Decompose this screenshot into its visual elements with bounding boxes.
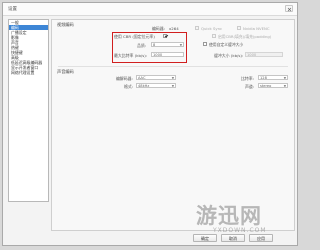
cancel-button[interactable]: 取消 xyxy=(221,234,245,242)
channel-value: stereo xyxy=(260,84,272,88)
apply-button[interactable]: 应用 xyxy=(249,234,273,242)
section-divider xyxy=(58,66,288,67)
buffer-size-value: 1000 xyxy=(247,53,257,57)
chevron-down-icon: ▼ xyxy=(283,76,286,80)
quicksync-label: Quick Sync xyxy=(201,26,223,31)
title-bar: 设置 xyxy=(3,3,297,16)
audio-bitrate-select[interactable]: 128 ▼ xyxy=(258,75,288,80)
chevron-down-icon: ▼ xyxy=(171,76,174,80)
quicksync-checkbox[interactable] xyxy=(195,26,199,30)
codec-select[interactable]: AAC ▼ xyxy=(136,75,176,80)
audio-encoding-title: 声音编码 xyxy=(57,69,74,74)
settings-content: 视频编码 编码器: x264 Quick Sync Nvidia NVENC 使… xyxy=(51,19,295,231)
audio-bitrate-label: 比特率: xyxy=(241,76,254,81)
custom-buffer-label: 使用自定义缓冲大小 xyxy=(209,42,244,47)
format-value: 48kHz xyxy=(138,84,150,88)
format-select[interactable]: 48kHz ▼ xyxy=(136,83,176,88)
padding-label: 启用CBR(填充)/填充(padding) xyxy=(218,34,272,39)
close-icon xyxy=(287,7,292,11)
close-button[interactable] xyxy=(285,5,293,12)
encoder-value: x264 xyxy=(169,26,179,31)
format-label: 格式: xyxy=(124,84,134,89)
custom-buffer-checkbox[interactable] xyxy=(203,42,207,46)
video-encoding-title: 视频编码 xyxy=(57,22,74,27)
channel-label: 声道: xyxy=(245,84,255,89)
nvenc-checkbox[interactable] xyxy=(237,26,241,30)
audio-bitrate-value: 128 xyxy=(260,76,267,80)
codec-value: AAC xyxy=(138,76,146,80)
nvenc-label: Nvidia NVENC xyxy=(243,26,270,31)
settings-sidebar: 一般 编码 广播设定 影像 声音 热键 快捷键 高级 低延迟高级编码器 显示开发… xyxy=(8,19,49,202)
cbr-highlight-box xyxy=(112,32,187,63)
window-title: 设置 xyxy=(8,7,17,12)
sidebar-item-proxy[interactable]: 网络代理设置 xyxy=(9,70,48,75)
buffer-size-input[interactable]: 1000 xyxy=(245,52,283,57)
settings-window: 设置 一般 编码 广播设定 影像 声音 热键 快捷键 高级 低延迟高级编码器 显… xyxy=(2,2,298,246)
chevron-down-icon: ▼ xyxy=(171,84,174,88)
ok-button[interactable]: 确定 xyxy=(193,234,217,242)
buffer-size-label: 缓冲大小 (kb/s): xyxy=(214,53,244,58)
padding-checkbox[interactable] xyxy=(212,34,216,38)
codec-label: 编解码器: xyxy=(116,76,133,81)
channel-select[interactable]: stereo ▼ xyxy=(258,83,288,88)
chevron-down-icon: ▼ xyxy=(283,84,286,88)
